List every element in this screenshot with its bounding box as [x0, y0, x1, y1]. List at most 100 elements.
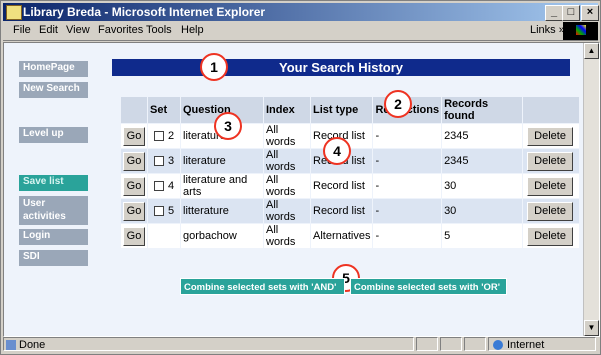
nav-sdi[interactable]: SDI [19, 250, 88, 266]
delete-button[interactable]: Delete [527, 126, 574, 146]
menu-tools[interactable]: Tools [146, 24, 172, 36]
records-found-cell: 2345 [442, 149, 523, 173]
records-found-cell: 30 [442, 199, 523, 223]
minimize-button[interactable]: _ [545, 5, 563, 21]
set-number: 5 [168, 205, 175, 217]
menu-bar: File Edit View Favorites Tools Help Link… [3, 22, 598, 41]
menu-help[interactable]: Help [181, 24, 204, 36]
col-header-index: Index [264, 97, 310, 123]
menu-edit[interactable]: Edit [39, 24, 58, 36]
search-history-table: Set Question Index List type Restriction… [120, 96, 580, 249]
menu-favorites[interactable]: Favorites [98, 24, 143, 36]
security-zone-cell: Internet [488, 337, 596, 351]
table-row: Go 5 litterature All words Record list -… [121, 199, 580, 223]
title-bar: Library Breda - Microsoft Internet Explo… [3, 3, 599, 21]
table-row: Go 4 literature and arts All words Recor… [121, 174, 580, 198]
restrictions-cell: - [373, 224, 442, 248]
delete-cell: Delete [523, 199, 580, 223]
window-title: Library Breda - Microsoft Internet Explo… [23, 5, 266, 19]
set-cell: 4 [148, 174, 180, 198]
status-cell [464, 337, 486, 351]
status-text: Done [19, 339, 46, 351]
set-checkbox[interactable] [154, 156, 164, 167]
set-checkbox[interactable] [154, 181, 164, 192]
list-type-cell: Alternatives [311, 224, 373, 248]
go-button[interactable]: Go [123, 226, 145, 246]
delete-button[interactable]: Delete [527, 176, 574, 196]
browser-window: Library Breda - Microsoft Internet Explo… [0, 0, 601, 355]
question-cell: literature [181, 149, 263, 173]
set-checkbox[interactable] [154, 206, 164, 217]
go-cell: Go [121, 124, 147, 148]
col-header-set: Set [148, 97, 180, 123]
records-found-cell: 30 [442, 174, 523, 198]
question-cell: literature and arts [181, 174, 263, 198]
status-cell [416, 337, 438, 351]
restrictions-cell: - [373, 199, 442, 223]
index-cell: All words [264, 149, 310, 173]
maximize-button[interactable]: □ [562, 5, 580, 21]
close-button[interactable]: × [581, 5, 599, 21]
set-number: 2 [168, 130, 175, 142]
go-cell: Go [121, 224, 147, 248]
scroll-down-arrow-icon[interactable]: ▼ [584, 320, 599, 336]
combine-or-button[interactable]: Combine selected sets with 'OR' [350, 278, 507, 295]
delete-cell: Delete [523, 149, 580, 173]
delete-button[interactable]: Delete [527, 151, 574, 171]
delete-button[interactable]: Delete [527, 201, 574, 221]
security-zone: Internet [507, 339, 545, 351]
table-header-row: Set Question Index List type Restriction… [121, 97, 580, 123]
nav-new-search[interactable]: New Search [19, 82, 88, 98]
scroll-up-arrow-icon[interactable]: ▲ [584, 43, 599, 59]
nav-user-activities[interactable]: User activities [19, 196, 88, 225]
ie-app-icon [6, 5, 22, 20]
index-cell: All words [264, 174, 310, 198]
page-title: Your Search History [112, 59, 570, 76]
go-button[interactable]: Go [123, 176, 145, 196]
combine-and-button[interactable]: Combine selected sets with 'AND' [180, 278, 345, 295]
index-cell: All words [264, 224, 310, 248]
restrictions-cell: - [373, 149, 442, 173]
links-toolbar[interactable]: Links » [530, 24, 565, 36]
go-button[interactable]: Go [123, 151, 145, 171]
go-cell: Go [121, 149, 147, 173]
vertical-scrollbar[interactable]: ▲ ▼ [583, 43, 599, 336]
table-row: Go 2 literature All words Record list - … [121, 124, 580, 148]
set-cell: 2 [148, 124, 180, 148]
question-cell: gorbachow [181, 224, 263, 248]
question-cell: litterature [181, 199, 263, 223]
page-done-icon [6, 340, 16, 351]
set-cell [148, 224, 180, 248]
callout-1: 1 [200, 53, 228, 81]
status-text-cell: Done [3, 337, 414, 351]
set-checkbox[interactable] [154, 131, 164, 142]
list-type-cell: Record list [311, 174, 373, 198]
restrictions-cell: - [373, 124, 442, 148]
set-cell: 5 [148, 199, 180, 223]
windows-logo-icon [563, 22, 598, 40]
delete-cell: Delete [523, 224, 580, 248]
index-cell: All words [264, 124, 310, 148]
nav-save-list[interactable]: Save list [19, 175, 88, 191]
list-type-cell: Record list [311, 199, 373, 223]
nav-homepage[interactable]: HomePage [19, 61, 88, 77]
col-header-go [121, 97, 147, 123]
nav-level-up[interactable]: Level up [19, 127, 88, 143]
status-bar: Done Internet [3, 336, 598, 352]
status-cell [440, 337, 462, 351]
menu-view[interactable]: View [66, 24, 90, 36]
go-button[interactable]: Go [123, 201, 145, 221]
go-cell: Go [121, 199, 147, 223]
menu-file[interactable]: File [13, 24, 31, 36]
go-button[interactable]: Go [123, 126, 145, 146]
records-found-cell: 5 [442, 224, 523, 248]
page-body: HomePage New Search Level up Save list U… [4, 43, 587, 336]
set-number: 3 [168, 155, 175, 167]
restrictions-cell: - [373, 174, 442, 198]
callout-3: 3 [214, 112, 242, 140]
delete-cell: Delete [523, 124, 580, 148]
nav-login[interactable]: Login [19, 229, 88, 245]
delete-button[interactable]: Delete [527, 226, 574, 246]
page-content: HomePage New Search Level up Save list U… [3, 42, 600, 337]
col-header-delete [523, 97, 580, 123]
